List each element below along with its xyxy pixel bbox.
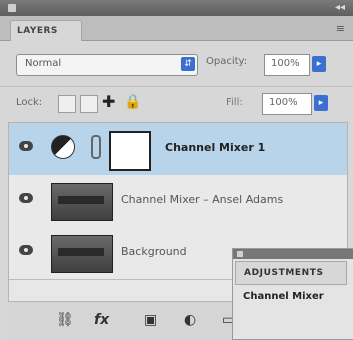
chain-link-icon[interactable] bbox=[91, 135, 101, 159]
blend-mode-dropdown[interactable]: Normal ⇵ bbox=[16, 54, 198, 76]
opacity-dropdown-icon[interactable]: ▸ bbox=[312, 56, 326, 72]
fill-dropdown-icon[interactable]: ▸ bbox=[314, 95, 328, 111]
tab-adjustments[interactable]: ADJUSTMENTS bbox=[235, 261, 347, 285]
layer-thumbnail bbox=[51, 235, 113, 273]
adjustments-panel: ADJUSTMENTS Channel Mixer bbox=[232, 248, 353, 340]
link-icon[interactable]: ⛓ bbox=[56, 312, 74, 328]
mask-icon[interactable]: ▣ bbox=[144, 312, 157, 328]
adjustments-label: Channel Mixer bbox=[243, 291, 324, 302]
lock-label: Lock: bbox=[16, 97, 43, 108]
lock-all-icon[interactable]: 🔒 bbox=[124, 95, 141, 111]
blend-opacity-row: Normal ⇵ Opacity: 100% ▸ bbox=[0, 48, 353, 80]
opacity-label: Opacity: bbox=[206, 56, 248, 67]
panel-tab-row: LAYERS ≡ bbox=[0, 16, 353, 41]
opacity-field[interactable]: 100% bbox=[264, 54, 310, 76]
layer-name[interactable]: Background bbox=[121, 245, 187, 258]
layer-row[interactable]: Channel Mixer 1 bbox=[9, 123, 347, 176]
adjustment-layer-icon bbox=[51, 135, 75, 159]
visibility-eye-icon[interactable] bbox=[19, 141, 33, 151]
panel-menu-icon[interactable]: ≡ bbox=[336, 22, 345, 35]
tab-layers[interactable]: LAYERS bbox=[10, 20, 82, 41]
fill-label: Fill: bbox=[226, 97, 243, 108]
collapse-icon[interactable]: ◂◂ bbox=[335, 2, 345, 13]
panel-grip-icon[interactable] bbox=[8, 4, 16, 12]
fill-value: 100% bbox=[269, 97, 298, 108]
layers-panel: ◂◂ LAYERS ≡ Normal ⇵ Opacity: 100% ▸ Loc… bbox=[0, 0, 353, 340]
lock-fill-row: Lock: ✚ 🔒 Fill: 100% ▸ bbox=[0, 86, 353, 119]
visibility-eye-icon[interactable] bbox=[19, 193, 33, 203]
dropdown-arrow-icon[interactable]: ⇵ bbox=[181, 57, 195, 71]
blend-mode-value: Normal bbox=[25, 58, 62, 69]
lock-position-icon[interactable]: ✚ bbox=[102, 94, 118, 111]
adjustments-title-bar[interactable] bbox=[233, 249, 353, 259]
fx-icon[interactable]: fx bbox=[94, 312, 109, 328]
lock-options: ✚ 🔒 bbox=[58, 93, 168, 117]
layer-thumbnail bbox=[51, 183, 113, 221]
layer-row[interactable]: Channel Mixer – Ansel Adams bbox=[9, 175, 347, 228]
lock-transparent-icon[interactable] bbox=[58, 95, 76, 113]
opacity-value: 100% bbox=[271, 58, 300, 69]
layer-name[interactable]: Channel Mixer 1 bbox=[165, 141, 265, 154]
panel-title-bar[interactable]: ◂◂ bbox=[0, 0, 353, 16]
adjustment-icon[interactable]: ◐ bbox=[184, 312, 196, 328]
fill-field[interactable]: 100% bbox=[262, 93, 312, 115]
visibility-eye-icon[interactable] bbox=[19, 245, 33, 255]
adjustments-grip-icon[interactable] bbox=[237, 251, 243, 257]
layer-mask-thumbnail[interactable] bbox=[109, 131, 151, 171]
lock-image-icon[interactable] bbox=[80, 95, 98, 113]
layer-name[interactable]: Channel Mixer – Ansel Adams bbox=[121, 193, 283, 206]
